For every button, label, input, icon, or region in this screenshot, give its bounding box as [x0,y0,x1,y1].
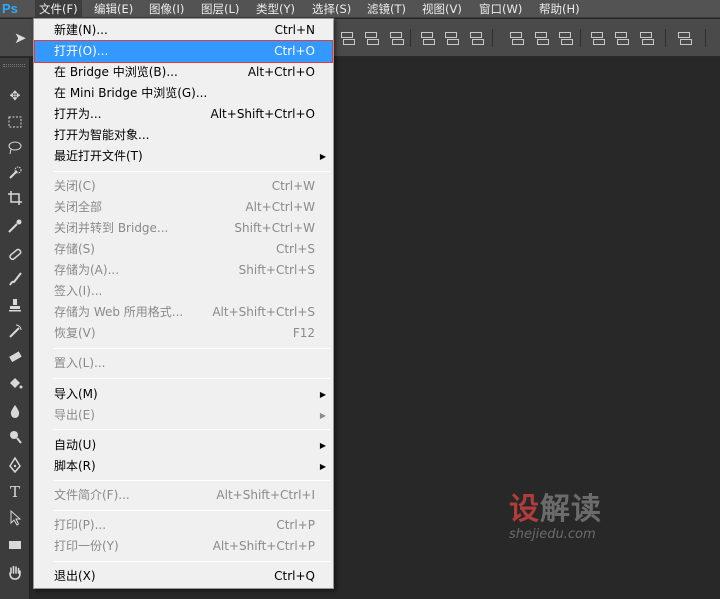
menu-separator [53,480,330,481]
move-tool-icon[interactable]: ✥ [3,86,27,108]
menu-layer[interactable]: 图层(L) [197,0,243,18]
rectangle-tool-icon[interactable] [3,534,27,556]
distribute-top-icon[interactable] [510,30,524,46]
menu-item-place: 置入(L)... [54,356,106,370]
options-separator [492,29,493,47]
options-separator [705,29,706,47]
menu-separator [53,510,330,511]
menu-separator [53,429,330,430]
watermark-title: 设解读 [509,492,602,527]
menu-item-revert: 恢复(V) F12 [54,326,315,340]
menu-item-open[interactable]: 打开(O)... Ctrl+O [34,40,333,63]
eyedropper-tool-icon[interactable] [3,215,27,237]
tools-panel-grip[interactable] [3,64,25,67]
menu-item-export: 导出(E) ▶ [35,405,332,426]
eraser-tool-icon[interactable] [3,346,27,368]
menu-item-file-info: 文件简介(F)... Alt+Shift+Ctrl+I [54,488,315,502]
menu-separator [53,348,330,349]
distribute-right-icon[interactable] [640,30,654,46]
type-tool-icon[interactable]: T [3,481,27,503]
menu-bar: Ps 文件(F) 编辑(E) 图像(I) 图层(L) 类型(Y) 选择(S) 滤… [0,0,720,18]
move-tool-preset-icon[interactable]: ➤ [14,29,27,47]
distribute-vcenter-icon[interactable] [535,30,549,46]
file-menu-dropdown: 新建(N)... Ctrl+N 打开(O)... Ctrl+O 在 Bridge 中… [33,18,334,589]
menu-item-automate[interactable]: 自动(U) ▶ [35,435,332,456]
menu-item-print-one-copy: 打印一份(Y) Alt+Shift+Ctrl+P [54,539,315,553]
dodge-tool-icon[interactable] [3,426,27,448]
menu-item-check-in: 签入(I)... [54,284,103,298]
distribute-left-icon[interactable] [591,30,605,46]
menu-file[interactable]: 文件(F) [35,0,82,18]
menu-edit[interactable]: 编辑(E) [90,0,137,18]
options-separator [580,29,581,47]
menu-item-open-as[interactable]: 打开为... Alt+Shift+Ctrl+O [35,104,332,125]
submenu-arrow-icon: ▶ [319,441,326,450]
menu-window[interactable]: 窗口(W) [475,0,526,18]
menu-item-save-for-web: 存储为 Web 所用格式... Alt+Shift+Ctrl+S [54,305,315,319]
menu-separator [53,171,330,172]
menu-item-new[interactable]: 新建(N)... Ctrl+N [35,20,332,41]
menu-separator [53,561,330,562]
menu-item-import[interactable]: 导入(M) ▶ [35,384,332,405]
auto-align-icon[interactable] [678,30,692,46]
history-brush-tool-icon[interactable] [3,320,27,342]
menu-item-close-all: 关闭全部 Alt+Ctrl+W [54,200,315,214]
menu-item-close-and-go-to-bridge: 关闭并转到 Bridge... Shift+Ctrl+W [54,221,315,235]
distribute-bottom-icon[interactable] [559,30,573,46]
distribute-hcenter-icon[interactable] [615,30,629,46]
menu-item-browse-in-bridge[interactable]: 在 Bridge 中浏览(B)... Alt+Ctrl+O [35,62,332,83]
align-bottom-icon[interactable] [390,30,404,46]
hand-tool-icon[interactable] [3,561,27,583]
crop-tool-icon[interactable] [3,187,27,209]
submenu-arrow-icon: ▶ [319,411,326,420]
menu-item-open-recent[interactable]: 最近打开文件(T) ▶ [35,146,332,167]
marquee-tool-icon[interactable] [3,111,27,133]
menu-filter[interactable]: 滤镜(T) [363,0,410,18]
submenu-arrow-icon: ▶ [319,390,326,399]
menu-item-close: 关闭(C) Ctrl+W [54,179,315,193]
watermark-url: shejiedu.com [509,527,596,542]
menu-help[interactable]: 帮助(H) [535,0,584,18]
healing-brush-tool-icon[interactable] [3,243,27,265]
photoshop-logo: Ps [2,1,18,16]
menu-item-exit[interactable]: 退出(X) Ctrl+Q [35,566,332,587]
paint-bucket-tool-icon[interactable] [3,372,27,394]
align-left-icon[interactable] [421,30,435,46]
align-right-icon[interactable] [470,30,484,46]
options-separator [665,29,666,47]
menu-item-open-as-smart-object[interactable]: 打开为智能对象... [35,125,332,146]
menu-select[interactable]: 选择(S) [308,0,355,18]
align-hcenter-icon[interactable] [445,30,459,46]
menu-separator [53,378,330,379]
options-separator [410,29,411,47]
lasso-tool-icon[interactable] [3,137,27,159]
clone-stamp-tool-icon[interactable] [3,294,27,316]
brush-tool-icon[interactable] [3,268,27,290]
menu-item-scripts[interactable]: 脚本(R) ▶ [35,456,332,477]
menu-item-print: 打印(P)... Ctrl+P [54,518,315,532]
align-top-icon[interactable] [341,30,355,46]
blur-tool-icon[interactable] [3,400,27,422]
path-selection-tool-icon[interactable] [3,507,27,529]
align-vcenter-icon[interactable] [365,30,379,46]
pen-tool-icon[interactable] [3,454,27,476]
menu-image[interactable]: 图像(I) [145,0,188,18]
menu-item-save-as: 存储为(A)... Shift+Ctrl+S [54,263,315,277]
menu-item-save: 存储(S) Ctrl+S [54,242,315,256]
watermark-logo: 设解读 shejiedu.com [509,492,602,543]
menu-item-browse-in-mini-bridge[interactable]: 在 Mini Bridge 中浏览(G)... [35,83,332,104]
submenu-arrow-icon: ▶ [319,152,326,161]
menu-type[interactable]: 类型(Y) [252,0,299,18]
quick-selection-tool-icon[interactable] [3,162,27,184]
submenu-arrow-icon: ▶ [319,462,326,471]
tools-panel: ✥ T [0,58,30,599]
menu-view[interactable]: 视图(V) [418,0,466,18]
